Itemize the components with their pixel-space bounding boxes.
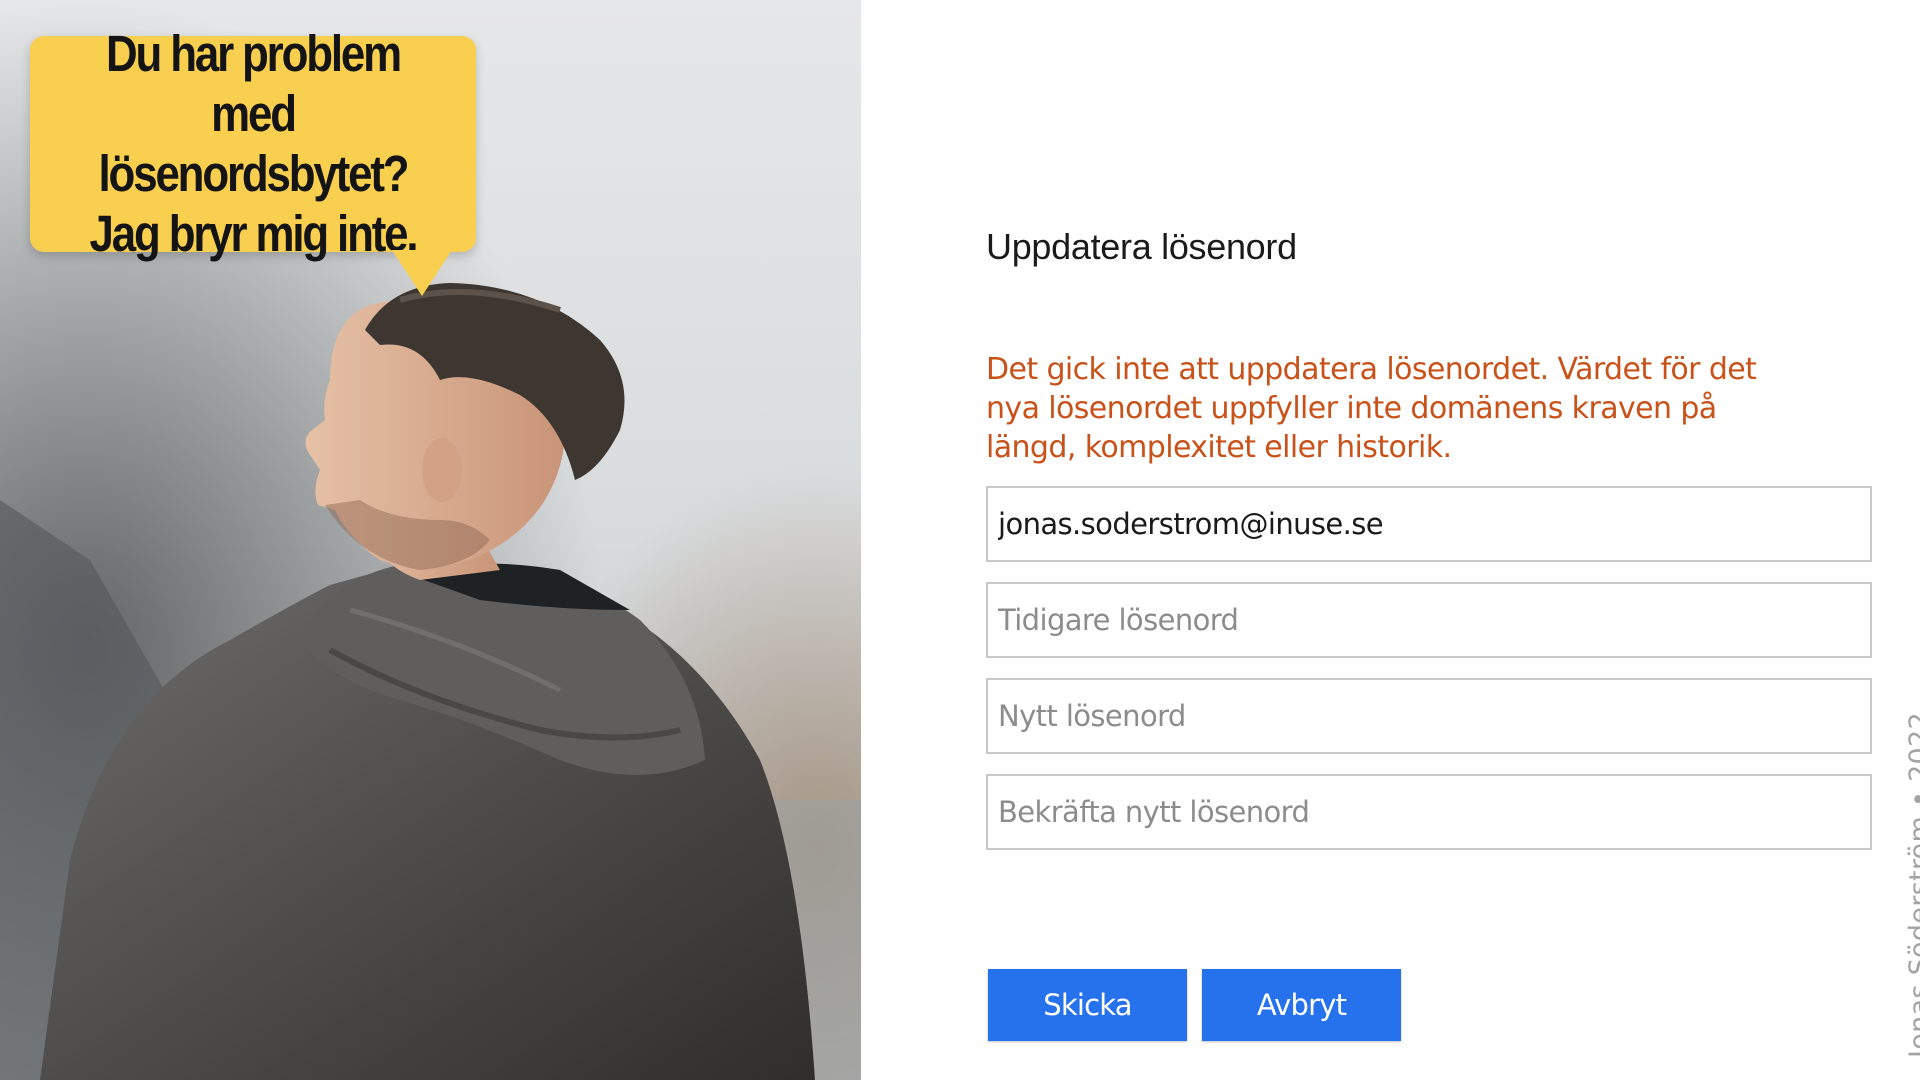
error-message: Det gick inte att uppdatera lösenordet. … [986, 352, 1757, 465]
copyright-credit: Jonas Söderström • 2022 [1904, 712, 1920, 1058]
password-update-form: Uppdatera lösenord Det gick inte att upp… [861, 0, 1920, 1080]
cancel-button[interactable]: Avbryt [1202, 969, 1401, 1041]
confirm-password-field[interactable] [986, 774, 1872, 850]
new-password-field[interactable] [986, 678, 1872, 754]
form-title: Uppdatera lösenord [986, 226, 1297, 267]
speech-bubble-text: Du har problem med lösenordsbytet? Jag b… [89, 25, 419, 262]
photo-panel: Du har problem med lösenordsbytet? Jag b… [0, 0, 861, 1080]
submit-button[interactable]: Skicka [988, 969, 1187, 1041]
slide: Du har problem med lösenordsbytet? Jag b… [0, 0, 1920, 1080]
speech-bubble: Du har problem med lösenordsbytet? Jag b… [30, 25, 476, 296]
old-password-field[interactable] [986, 582, 1872, 658]
email-field[interactable] [986, 486, 1872, 562]
